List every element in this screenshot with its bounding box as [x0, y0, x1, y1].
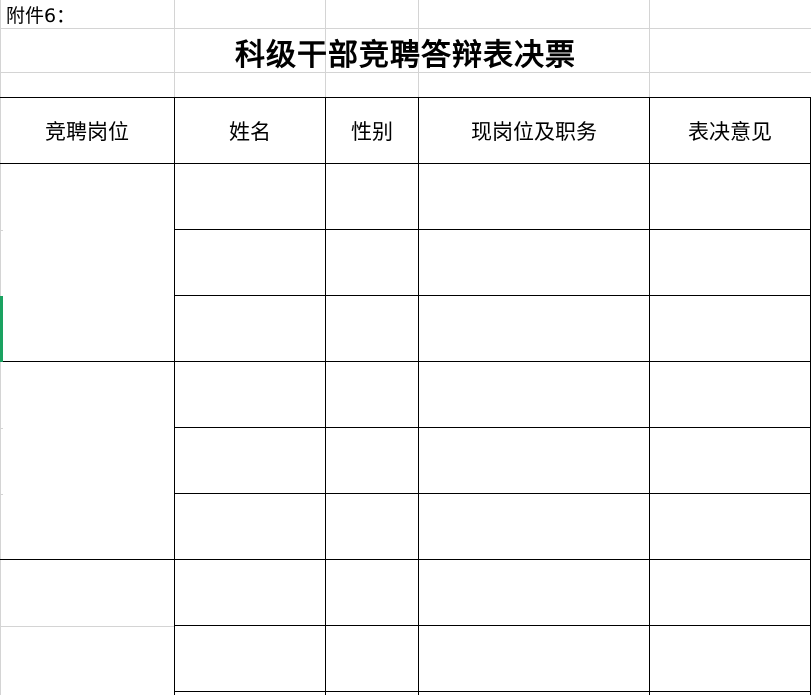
name-cell[interactable]: [175, 494, 325, 559]
gender-cell[interactable]: [326, 164, 418, 229]
current-post-cell[interactable]: [419, 362, 649, 427]
position-cell-group-3[interactable]: [0, 560, 174, 695]
name-cell[interactable]: [175, 428, 325, 493]
name-cell[interactable]: [175, 164, 325, 229]
selection-indicator: [0, 296, 3, 362]
header-vote: 表决意见: [688, 120, 772, 144]
page-title: 科级干部竞聘答辩表决票: [235, 38, 576, 73]
vote-cell[interactable]: [650, 428, 810, 493]
header-current-post: 现岗位及职务: [471, 120, 597, 144]
current-post-cell[interactable]: [419, 164, 649, 229]
header-name: 姓名: [229, 120, 271, 144]
vote-cell[interactable]: [650, 626, 810, 691]
vote-cell[interactable]: [650, 362, 810, 427]
current-post-cell[interactable]: [419, 560, 649, 625]
name-cell[interactable]: [175, 230, 325, 295]
name-cell[interactable]: [175, 296, 325, 361]
vote-cell[interactable]: [650, 494, 810, 559]
name-cell[interactable]: [175, 560, 325, 625]
current-post-cell[interactable]: [419, 494, 649, 559]
current-post-cell[interactable]: [419, 230, 649, 295]
attachment-label: 附件6：: [6, 5, 76, 27]
name-cell[interactable]: [175, 626, 325, 691]
gender-cell[interactable]: [326, 296, 418, 361]
current-post-cell[interactable]: [419, 296, 649, 361]
vote-cell[interactable]: [650, 230, 810, 295]
vote-cell[interactable]: [650, 164, 810, 229]
vote-cell[interactable]: [650, 560, 810, 625]
gender-cell[interactable]: [326, 428, 418, 493]
vote-cell[interactable]: [650, 296, 810, 361]
gender-cell[interactable]: [326, 230, 418, 295]
gridline-row-1: [0, 28, 811, 29]
position-cell-group-1[interactable]: [0, 164, 174, 361]
header-gender: 性别: [351, 120, 393, 144]
row-border-8: [174, 691, 811, 692]
position-cell-group-2[interactable]: [0, 362, 174, 559]
gender-cell[interactable]: [326, 626, 418, 691]
name-cell[interactable]: [175, 362, 325, 427]
gender-cell[interactable]: [326, 362, 418, 427]
current-post-cell[interactable]: [419, 428, 649, 493]
gender-cell[interactable]: [326, 560, 418, 625]
header-position: 竞聘岗位: [45, 120, 129, 144]
current-post-cell[interactable]: [419, 626, 649, 691]
gender-cell[interactable]: [326, 494, 418, 559]
